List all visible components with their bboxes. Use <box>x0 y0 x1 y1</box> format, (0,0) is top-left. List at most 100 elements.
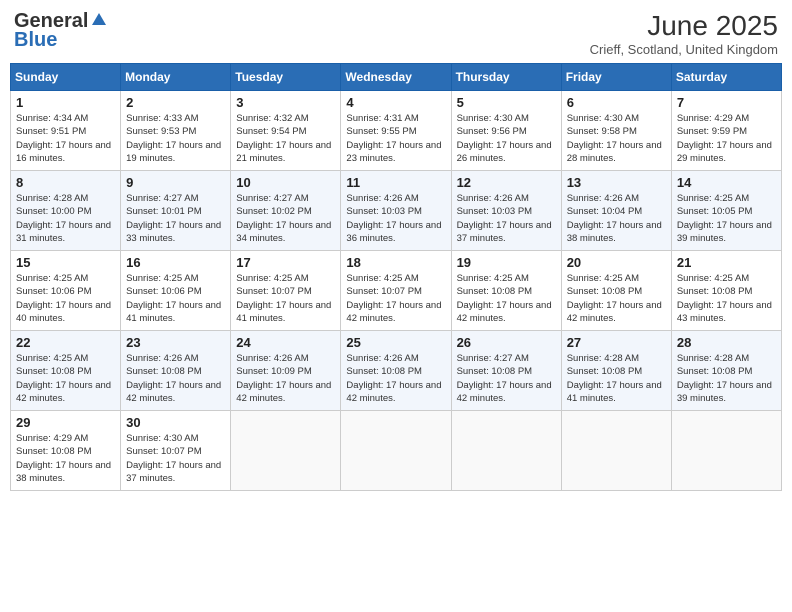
day-number: 14 <box>677 175 776 190</box>
calendar-cell: 7 Sunrise: 4:29 AMSunset: 9:59 PMDaylight… <box>671 91 781 171</box>
day-number: 12 <box>457 175 556 190</box>
col-thursday: Thursday <box>451 64 561 91</box>
calendar-cell: 19 Sunrise: 4:25 AMSunset: 10:08 PMDaylig… <box>451 251 561 331</box>
day-number: 3 <box>236 95 335 110</box>
calendar-cell: 6Sunrise: 4:30 AMSunset: 9:58 PMDaylight… <box>561 91 671 171</box>
day-info: Sunrise: 4:26 AMSunset: 10:08 PMDaylight… <box>126 352 225 405</box>
day-number: 29 <box>16 415 115 430</box>
calendar-cell: 5 Sunrise: 4:30 AMSunset: 9:56 PMDaylight… <box>451 91 561 171</box>
col-saturday: Saturday <box>671 64 781 91</box>
day-info: Sunrise: 4:27 AMSunset: 10:08 PMDaylight… <box>457 352 556 405</box>
day-number: 16 <box>126 255 225 270</box>
calendar-cell: 27Sunrise: 4:28 AMSunset: 10:08 PMDaylig… <box>561 331 671 411</box>
location: Crieff, Scotland, United Kingdom <box>590 42 778 57</box>
calendar-cell: 13Sunrise: 4:26 AMSunset: 10:04 PMDaylig… <box>561 171 671 251</box>
day-info: Sunrise: 4:25 AMSunset: 10:07 PMDaylight… <box>346 272 445 325</box>
day-info: Sunrise: 4:26 AMSunset: 10:04 PMDaylight… <box>567 192 666 245</box>
logo: General Blue <box>14 10 108 52</box>
day-number: 9 <box>126 175 225 190</box>
calendar-week-1: 1 Sunrise: 4:34 AMSunset: 9:51 PMDaylight… <box>11 91 782 171</box>
col-tuesday: Tuesday <box>231 64 341 91</box>
day-number: 10 <box>236 175 335 190</box>
logo-blue-text: Blue <box>14 29 57 52</box>
col-wednesday: Wednesday <box>341 64 451 91</box>
day-number: 1 <box>16 95 115 110</box>
day-info: Sunrise: 4:25 AMSunset: 10:08 PMDaylight… <box>457 272 556 325</box>
calendar-cell <box>561 411 671 491</box>
day-info: Sunrise: 4:28 AMSunset: 10:08 PMDaylight… <box>567 352 666 405</box>
calendar-cell: 29 Sunrise: 4:29 AMSunset: 10:08 PMDaylig… <box>11 411 121 491</box>
logo-icon <box>90 11 108 29</box>
day-number: 25 <box>346 335 445 350</box>
day-info: Sunrise: 4:32 AMSunset: 9:54 PMDaylight:… <box>236 112 335 165</box>
day-info: Sunrise: 4:25 AMSunset: 10:08 PMDaylight… <box>16 352 115 405</box>
day-info: Sunrise: 4:25 AMSunset: 10:06 PMDaylight… <box>16 272 115 325</box>
day-info: Sunrise: 4:30 AMSunset: 10:07 PMDaylight… <box>126 432 225 485</box>
day-info: Sunrise: 4:25 AMSunset: 10:06 PMDaylight… <box>126 272 225 325</box>
header: General Blue June 2025 Crieff, Scotland,… <box>10 10 782 57</box>
calendar-cell: 28 Sunrise: 4:28 AMSunset: 10:08 PMDaylig… <box>671 331 781 411</box>
day-number: 19 <box>457 255 556 270</box>
calendar-body: 1 Sunrise: 4:34 AMSunset: 9:51 PMDaylight… <box>11 91 782 491</box>
day-info: Sunrise: 4:26 AMSunset: 10:08 PMDaylight… <box>346 352 445 405</box>
calendar-week-2: 8 Sunrise: 4:28 AMSunset: 10:00 PMDayligh… <box>11 171 782 251</box>
calendar-cell: 2 Sunrise: 4:33 AMSunset: 9:53 PMDaylight… <box>121 91 231 171</box>
day-number: 4 <box>346 95 445 110</box>
calendar-cell: 17Sunrise: 4:25 AMSunset: 10:07 PMDaylig… <box>231 251 341 331</box>
day-number: 30 <box>126 415 225 430</box>
day-number: 8 <box>16 175 115 190</box>
day-info: Sunrise: 4:28 AMSunset: 10:08 PMDaylight… <box>677 352 776 405</box>
calendar-cell: 24 Sunrise: 4:26 AMSunset: 10:09 PMDaylig… <box>231 331 341 411</box>
day-info: Sunrise: 4:34 AMSunset: 9:51 PMDaylight:… <box>16 112 115 165</box>
day-info: Sunrise: 4:26 AMSunset: 10:09 PMDaylight… <box>236 352 335 405</box>
calendar-cell: 23 Sunrise: 4:26 AMSunset: 10:08 PMDaylig… <box>121 331 231 411</box>
day-info: Sunrise: 4:26 AMSunset: 10:03 PMDaylight… <box>346 192 445 245</box>
day-number: 2 <box>126 95 225 110</box>
calendar-cell: 8 Sunrise: 4:28 AMSunset: 10:00 PMDayligh… <box>11 171 121 251</box>
day-info: Sunrise: 4:28 AMSunset: 10:00 PMDaylight… <box>16 192 115 245</box>
calendar-cell: 21Sunrise: 4:25 AMSunset: 10:08 PMDaylig… <box>671 251 781 331</box>
calendar-cell <box>231 411 341 491</box>
day-number: 18 <box>346 255 445 270</box>
day-number: 24 <box>236 335 335 350</box>
day-number: 20 <box>567 255 666 270</box>
calendar-cell: 25 Sunrise: 4:26 AMSunset: 10:08 PMDaylig… <box>341 331 451 411</box>
day-info: Sunrise: 4:31 AMSunset: 9:55 PMDaylight:… <box>346 112 445 165</box>
calendar-cell: 1 Sunrise: 4:34 AMSunset: 9:51 PMDaylight… <box>11 91 121 171</box>
month-title: June 2025 <box>590 10 778 42</box>
calendar-cell: 10 Sunrise: 4:27 AMSunset: 10:02 PMDaylig… <box>231 171 341 251</box>
day-number: 6 <box>567 95 666 110</box>
col-monday: Monday <box>121 64 231 91</box>
calendar-cell: 12 Sunrise: 4:26 AMSunset: 10:03 PMDaylig… <box>451 171 561 251</box>
calendar-table: Sunday Monday Tuesday Wednesday Thursday… <box>10 63 782 491</box>
col-friday: Friday <box>561 64 671 91</box>
day-number: 11 <box>346 175 445 190</box>
day-number: 7 <box>677 95 776 110</box>
title-area: June 2025 Crieff, Scotland, United Kingd… <box>590 10 778 57</box>
calendar-cell: 22 Sunrise: 4:25 AMSunset: 10:08 PMDaylig… <box>11 331 121 411</box>
day-info: Sunrise: 4:33 AMSunset: 9:53 PMDaylight:… <box>126 112 225 165</box>
day-number: 26 <box>457 335 556 350</box>
calendar-week-5: 29 Sunrise: 4:29 AMSunset: 10:08 PMDaylig… <box>11 411 782 491</box>
calendar-cell: 15Sunrise: 4:25 AMSunset: 10:06 PMDaylig… <box>11 251 121 331</box>
calendar-cell <box>451 411 561 491</box>
calendar-cell: 11 Sunrise: 4:26 AMSunset: 10:03 PMDaylig… <box>341 171 451 251</box>
day-number: 23 <box>126 335 225 350</box>
day-number: 21 <box>677 255 776 270</box>
day-info: Sunrise: 4:30 AMSunset: 9:56 PMDaylight:… <box>457 112 556 165</box>
day-info: Sunrise: 4:29 AMSunset: 9:59 PMDaylight:… <box>677 112 776 165</box>
day-info: Sunrise: 4:29 AMSunset: 10:08 PMDaylight… <box>16 432 115 485</box>
day-info: Sunrise: 4:27 AMSunset: 10:02 PMDaylight… <box>236 192 335 245</box>
calendar-header: Sunday Monday Tuesday Wednesday Thursday… <box>11 64 782 91</box>
calendar-cell <box>341 411 451 491</box>
calendar-cell: 20 Sunrise: 4:25 AMSunset: 10:08 PMDaylig… <box>561 251 671 331</box>
day-number: 22 <box>16 335 115 350</box>
calendar-cell: 4 Sunrise: 4:31 AMSunset: 9:55 PMDaylight… <box>341 91 451 171</box>
day-info: Sunrise: 4:25 AMSunset: 10:08 PMDaylight… <box>567 272 666 325</box>
day-number: 5 <box>457 95 556 110</box>
day-info: Sunrise: 4:26 AMSunset: 10:03 PMDaylight… <box>457 192 556 245</box>
col-sunday: Sunday <box>11 64 121 91</box>
calendar-cell: 16 Sunrise: 4:25 AMSunset: 10:06 PMDaylig… <box>121 251 231 331</box>
day-number: 28 <box>677 335 776 350</box>
day-info: Sunrise: 4:25 AMSunset: 10:07 PMDaylight… <box>236 272 335 325</box>
